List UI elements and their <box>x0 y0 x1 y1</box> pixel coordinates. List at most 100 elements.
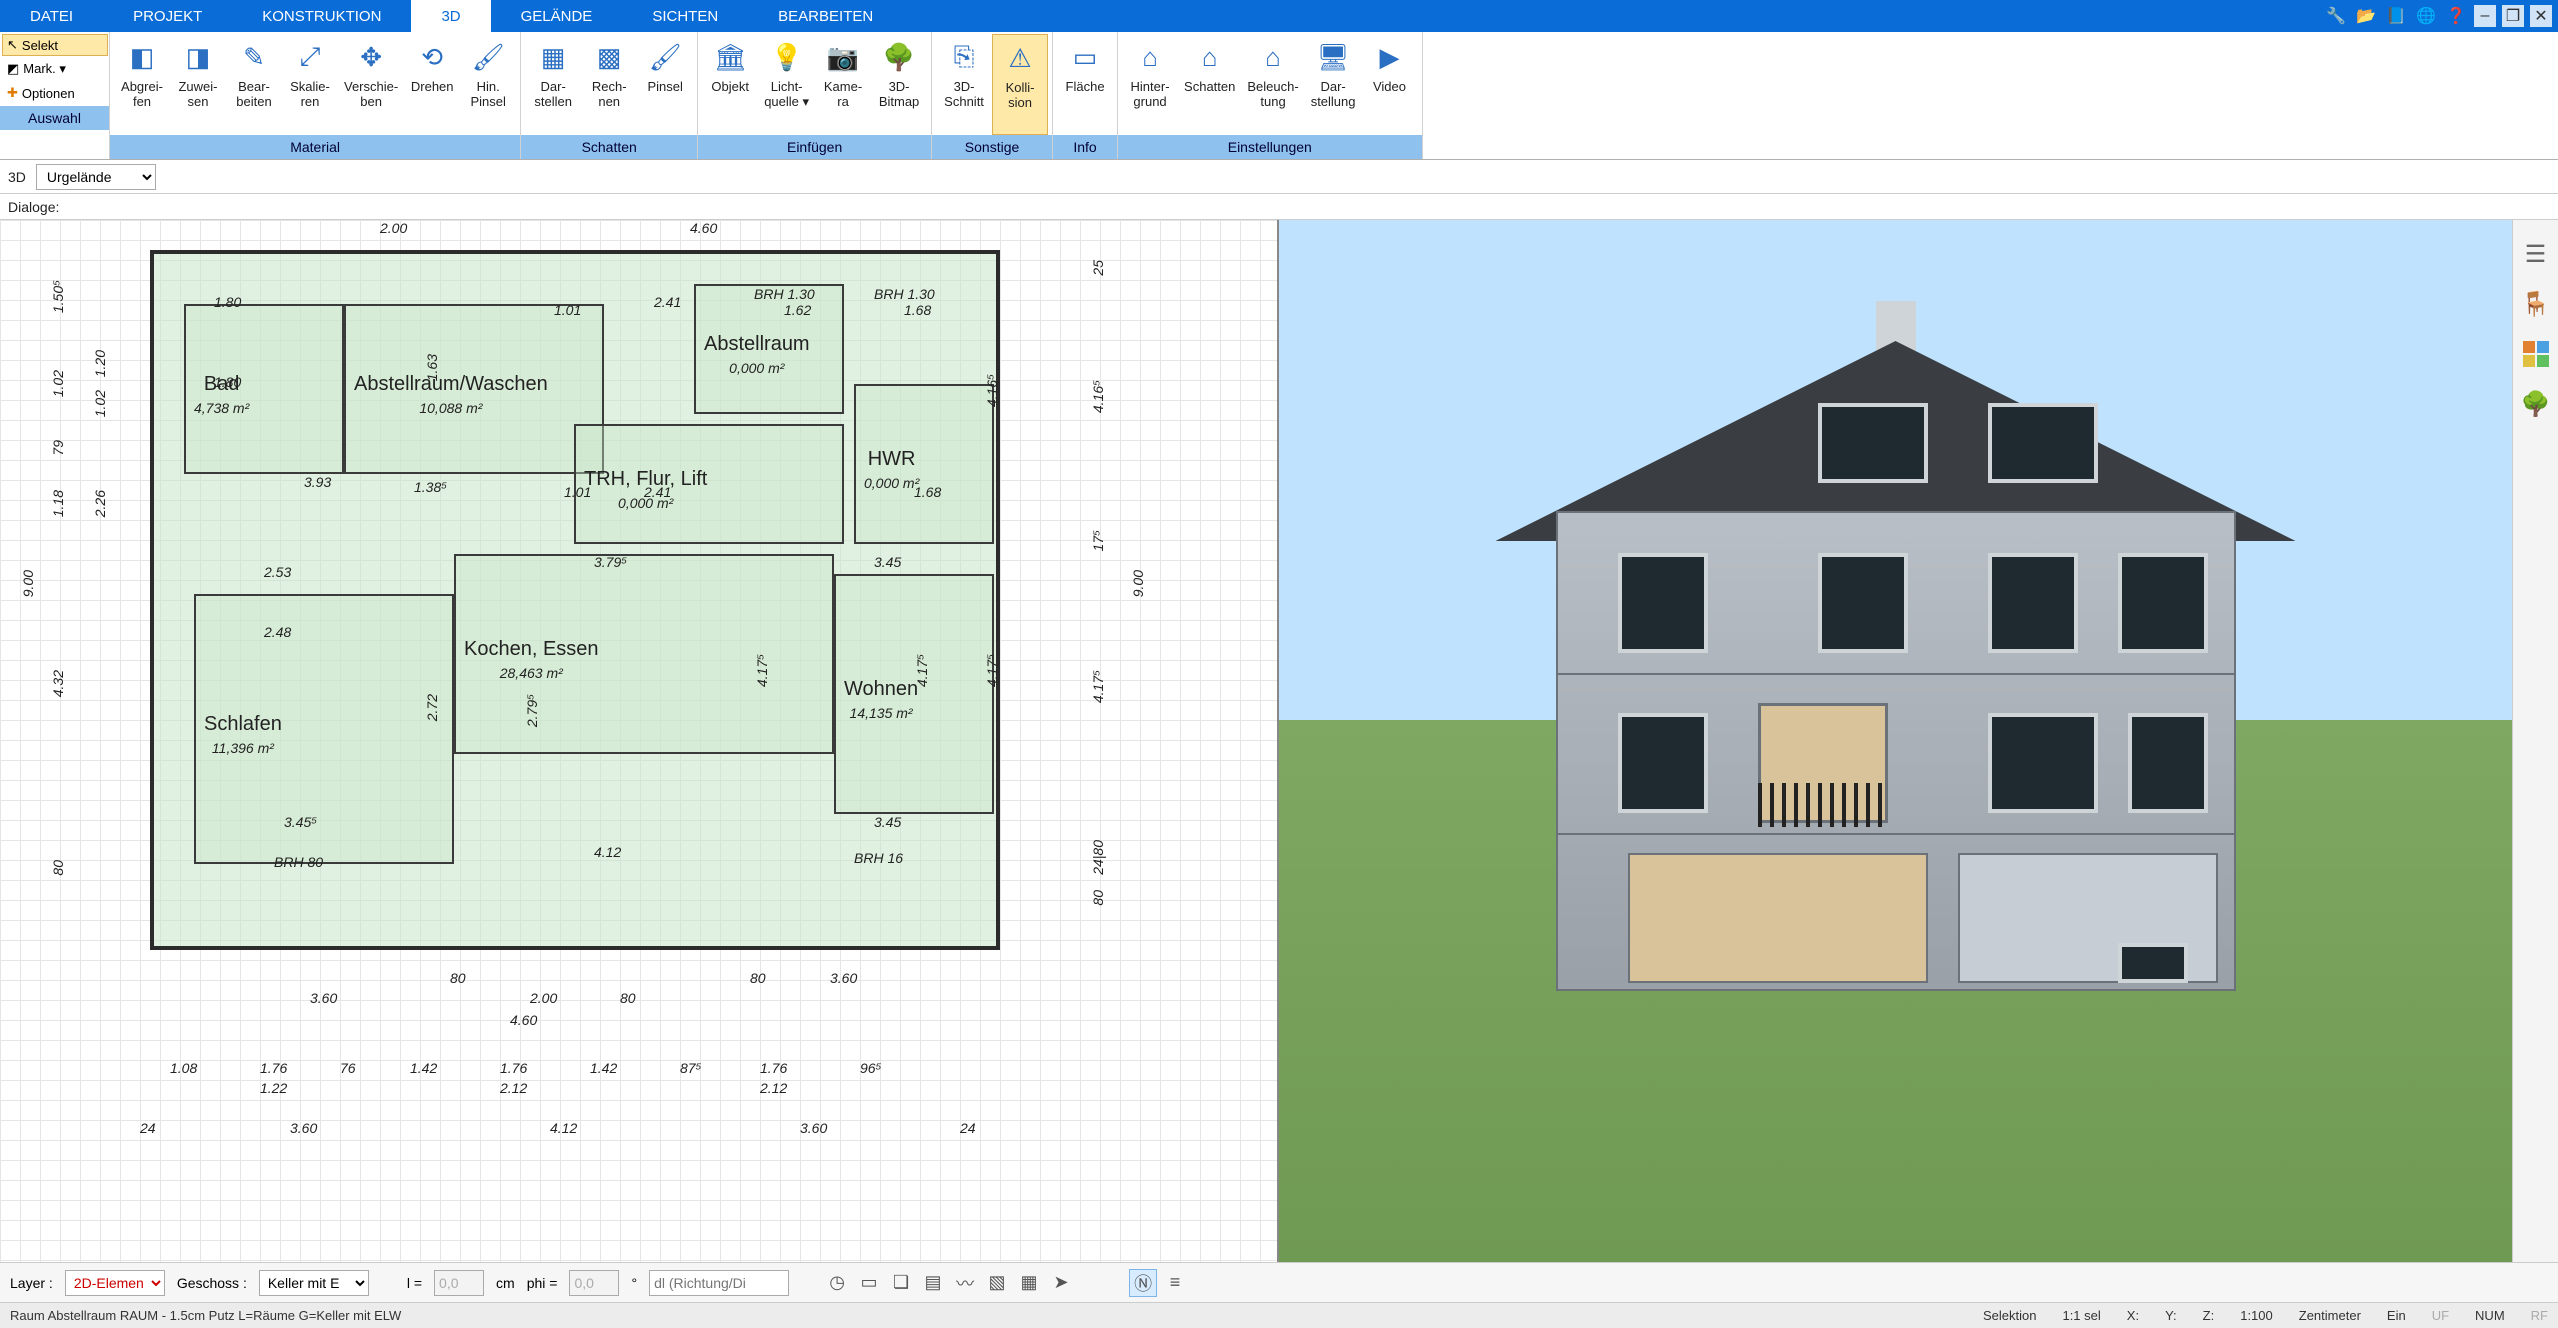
menu-gelände[interactable]: GELÄNDE <box>491 0 623 32</box>
status-rf: RF <box>2531 1308 2548 1323</box>
dimension: 96⁵ <box>860 1060 881 1076</box>
rechnen-label: Rech- nen <box>592 80 627 110</box>
hatch-icon[interactable]: ▧ <box>983 1269 1011 1297</box>
ribbon-bearbeiten[interactable]: ✎Bear- beiten <box>226 34 282 135</box>
menu-3d[interactable]: 3D <box>411 0 490 32</box>
hintergrund-icon: ⌂ <box>1129 36 1171 78</box>
status-bar: Raum Abstellraum RAUM - 1.5cm Putz L=Räu… <box>0 1302 2558 1328</box>
ribbon-hintergrund[interactable]: ⌂Hinter- grund <box>1122 34 1178 135</box>
darstellung-icon: 🖥 <box>1312 36 1354 78</box>
folder-icon[interactable]: 📂 <box>2354 4 2378 28</box>
dimension: 24 <box>140 1120 156 1136</box>
ribbon-darstellen[interactable]: ▦Dar- stellen <box>525 34 581 135</box>
status-z: Z: <box>2203 1308 2215 1323</box>
floorplan-pane[interactable]: Bad4,738 m²Abstellraum/Waschen10,088 m²A… <box>0 220 1279 1262</box>
bearbeiten-label: Bear- beiten <box>236 80 271 110</box>
group-caption-material: Material <box>110 135 520 159</box>
menu-sichten[interactable]: SICHTEN <box>622 0 748 32</box>
ribbon-beleuchtung[interactable]: ⌂Beleuch- tung <box>1241 34 1304 135</box>
dimension: 79 <box>50 440 66 456</box>
pinsel-icon: 🖌 <box>644 36 686 78</box>
ribbon-schatten-e[interactable]: ⌂Schatten <box>1178 34 1241 135</box>
ribbon-lichtquelle[interactable]: 💡Licht- quelle ▾ <box>758 34 815 135</box>
optionen-button[interactable]: ✚Optionen <box>2 82 108 104</box>
ribbon-objekt[interactable]: 🏛 Objekt <box>702 34 758 135</box>
dl-input[interactable] <box>649 1270 789 1296</box>
dimension: 17⁵ <box>1090 530 1106 551</box>
menu-projekt[interactable]: PROJEKT <box>103 0 232 32</box>
minimize-button[interactable]: – <box>2474 5 2496 27</box>
l-input[interactable] <box>434 1270 484 1296</box>
hin-pinsel-icon: 🖌 <box>467 36 509 78</box>
send-icon[interactable]: ➤ <box>1047 1269 1075 1297</box>
circle-n-icon[interactable]: Ⓝ <box>1129 1269 1157 1297</box>
phi-input[interactable] <box>569 1270 619 1296</box>
ribbon-verschieben[interactable]: ✥Verschie- ben <box>338 34 404 135</box>
ribbon-rechnen[interactable]: ▩Rech- nen <box>581 34 637 135</box>
dimension: 80 <box>50 860 66 876</box>
pinsel-label: Pinsel <box>647 80 682 95</box>
ribbon-pinsel[interactable]: 🖌 Pinsel <box>637 34 693 135</box>
ribbon-3d-schnitt[interactable]: ⎘3D- Schnitt <box>936 34 992 135</box>
ribbon-3d-bitmap[interactable]: 🌳3D- Bitmap <box>871 34 927 135</box>
dimension: 1.20 <box>92 350 108 377</box>
lichtquelle-label: Licht- quelle ▾ <box>764 80 809 110</box>
grid-icon[interactable]: ▦ <box>1015 1269 1043 1297</box>
palette-icon[interactable] <box>2520 338 2552 370</box>
dimension: 24 <box>960 1120 976 1136</box>
side-rail: ☰ 🪑 🌳 <box>2512 220 2558 1262</box>
dimension: 76 <box>340 1060 356 1076</box>
terrain-select[interactable]: Urgelände <box>36 164 156 190</box>
layers-icon[interactable]: ☰ <box>2520 238 2552 270</box>
rect-icon[interactable]: ▭ <box>855 1269 883 1297</box>
menu-datei[interactable]: DATEI <box>0 0 103 32</box>
3d-view-pane[interactable] <box>1279 220 2512 1262</box>
3d-bitmap-label: 3D- Bitmap <box>879 80 919 110</box>
bearbeiten-icon: ✎ <box>233 36 275 78</box>
status-left: Raum Abstellraum RAUM - 1.5cm Putz L=Räu… <box>10 1308 401 1323</box>
ribbon-drehen[interactable]: ⟲Drehen <box>404 34 460 135</box>
close-button[interactable]: ✕ <box>2530 5 2552 27</box>
ribbon-skalieren[interactable]: ⤢Skalie- ren <box>282 34 338 135</box>
objekt-icon: 🏛 <box>709 36 751 78</box>
menu-konstruktion[interactable]: KONSTRUKTION <box>232 0 411 32</box>
book-icon[interactable]: 📘 <box>2384 4 2408 28</box>
layer-select[interactable]: 2D-Elemen <box>65 1270 165 1296</box>
status-selektion: Selektion <box>1983 1308 2036 1323</box>
ribbon-kamera[interactable]: 📷Kame- ra <box>815 34 871 135</box>
dimension: 2.00 <box>380 220 407 236</box>
darstellen-icon: ▦ <box>532 36 574 78</box>
dimension: 2.12 <box>500 1080 527 1096</box>
layer3-icon[interactable]: ▤ <box>919 1269 947 1297</box>
verschieben-label: Verschie- ben <box>344 80 398 110</box>
objekt-label: Objekt <box>711 80 749 95</box>
hin-pinsel-label: Hin. Pinsel <box>470 80 505 110</box>
beleuchtung-icon: ⌂ <box>1252 36 1294 78</box>
kollision-icon: ⚠ <box>999 37 1041 79</box>
globe-icon[interactable]: 🌐 <box>2414 4 2438 28</box>
bottom-toolbar: Layer : 2D-Elemen Geschoss : Keller mit … <box>0 1262 2558 1302</box>
dimension: 1.76 <box>760 1060 787 1076</box>
tree-icon[interactable]: 🌳 <box>2520 388 2552 420</box>
ribbon-zuweisen[interactable]: ◨Zuwei- sen <box>170 34 226 135</box>
video-label: Video <box>1373 80 1406 95</box>
wrench-icon[interactable]: 🔧 <box>2324 4 2348 28</box>
ribbon-hin-pinsel[interactable]: 🖌Hin. Pinsel <box>460 34 516 135</box>
ribbon-kollision[interactable]: ⚠Kolli- sion <box>992 34 1048 135</box>
menu-bearbeiten[interactable]: BEARBEITEN <box>748 0 903 32</box>
wave-icon[interactable]: 〰 <box>951 1269 979 1297</box>
ribbon-abgreifen[interactable]: ◧Abgrei- fen <box>114 34 170 135</box>
clock-icon[interactable]: ◷ <box>823 1269 851 1297</box>
ribbon-darstellung[interactable]: 🖥Dar- stellung <box>1305 34 1362 135</box>
bars-icon[interactable]: ≡ <box>1161 1269 1189 1297</box>
geschoss-select[interactable]: Keller mit E <box>259 1270 369 1296</box>
maximize-button[interactable]: ❐ <box>2502 5 2524 27</box>
phi-unit: ° <box>631 1275 637 1291</box>
chair-icon[interactable]: 🪑 <box>2520 288 2552 320</box>
help-icon[interactable]: ❓ <box>2444 4 2468 28</box>
selekt-button[interactable]: ↖Selekt <box>2 34 108 56</box>
stack-icon[interactable]: ❏ <box>887 1269 915 1297</box>
ribbon-flaeche[interactable]: ▭Fläche <box>1057 34 1113 135</box>
ribbon-video[interactable]: ▶Video <box>1362 34 1418 135</box>
mark-button[interactable]: ◩Mark. ▾ <box>2 58 108 80</box>
